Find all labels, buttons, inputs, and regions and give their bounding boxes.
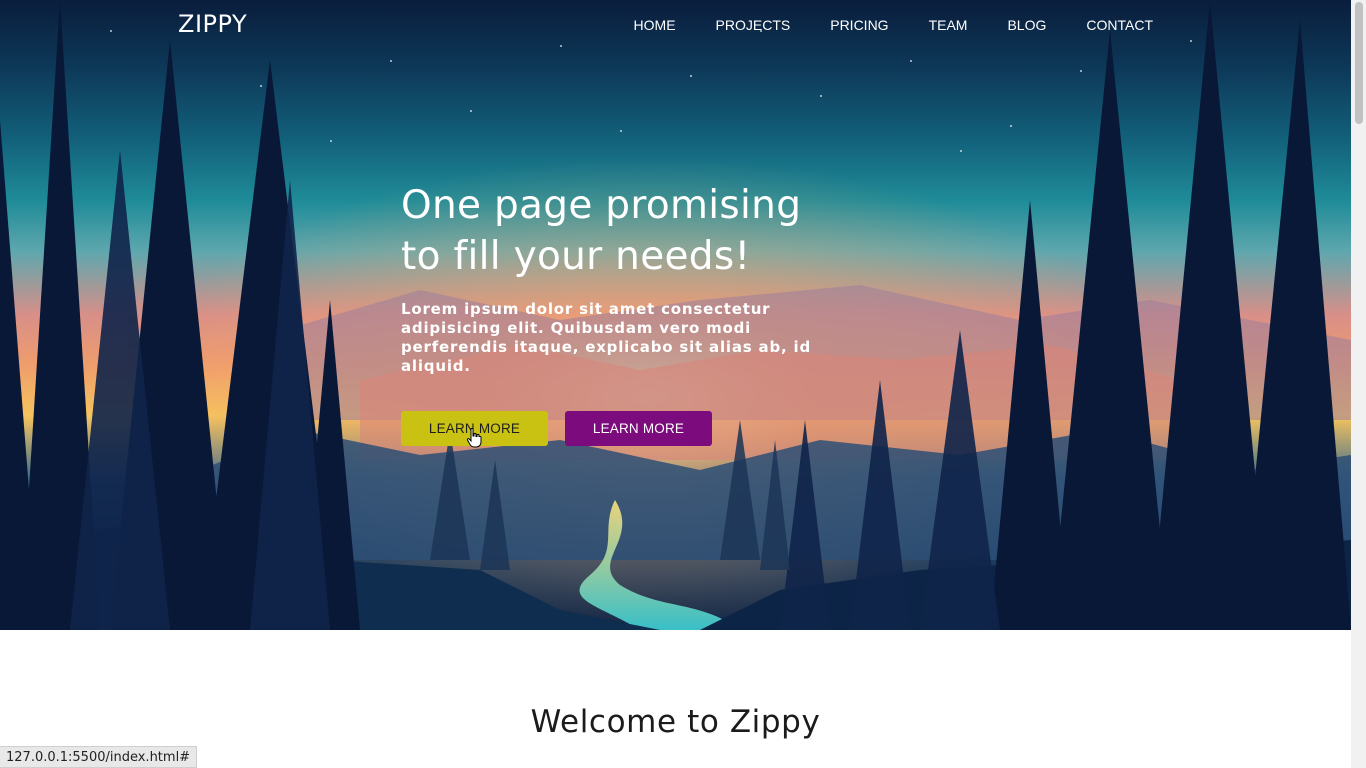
nav-item-team: TEAM <box>909 17 988 33</box>
vertical-scrollbar[interactable] <box>1351 0 1366 768</box>
nav-link-projects[interactable]: PROJECTS <box>696 17 811 33</box>
hero-title: One page promising to fill your needs! <box>401 180 881 282</box>
browser-viewport: ZIPPY HOME PROJECTS PRICING TEAM BLOG CO… <box>0 0 1366 768</box>
welcome-section: Welcome to Zippy <box>0 630 1351 768</box>
nav-item-contact: CONTACT <box>1066 17 1153 33</box>
nav-item-blog: BLOG <box>987 17 1066 33</box>
brand-logo[interactable]: ZIPPY <box>178 10 247 38</box>
nav-item-home: HOME <box>614 17 696 33</box>
nav-link-blog[interactable]: BLOG <box>987 17 1066 33</box>
nav-item-pricing: PRICING <box>810 17 908 33</box>
hand-pointer-cursor-icon <box>466 428 482 448</box>
hero-title-line-2: to fill your needs! <box>401 234 751 279</box>
nav-link-team[interactable]: TEAM <box>909 17 988 33</box>
nav-item-projects: PROJECTS <box>696 17 811 33</box>
nav-link-home[interactable]: HOME <box>614 17 696 33</box>
hero-section: ZIPPY HOME PROJECTS PRICING TEAM BLOG CO… <box>0 0 1351 630</box>
scrollbar-thumb[interactable] <box>1355 2 1363 124</box>
learn-more-button-secondary[interactable]: LEARN MORE <box>565 411 712 446</box>
nav-link-pricing[interactable]: PRICING <box>810 17 908 33</box>
link-status-bar: 127.0.0.1:5500/index.html# <box>0 746 198 768</box>
welcome-title: Welcome to Zippy <box>530 704 821 740</box>
hero-description: Lorem ipsum dolor sit amet consectetur a… <box>401 300 811 375</box>
hero-title-line-1: One page promising <box>401 183 802 228</box>
main-nav: HOME PROJECTS PRICING TEAM BLOG CONTACT <box>614 17 1153 33</box>
nav-link-contact[interactable]: CONTACT <box>1066 17 1153 33</box>
